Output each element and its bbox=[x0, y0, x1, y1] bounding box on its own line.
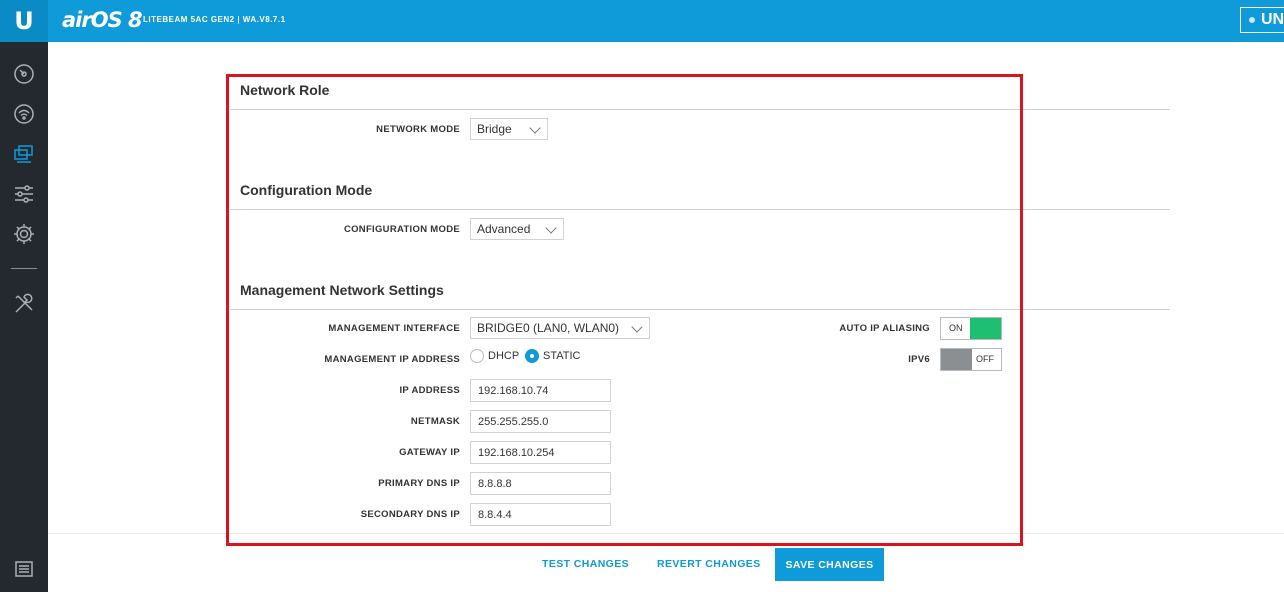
network-mode-value: Bridge bbox=[477, 122, 512, 136]
system-gear-icon[interactable] bbox=[12, 222, 36, 246]
ubiquiti-logo[interactable]: U bbox=[0, 0, 48, 42]
network-role-title: Network Role bbox=[240, 82, 330, 98]
gateway-ip-input[interactable]: 192.168.10.254 bbox=[470, 441, 611, 464]
configuration-mode-select[interactable]: Advanced bbox=[470, 218, 564, 240]
tools-icon[interactable] bbox=[12, 292, 36, 316]
netmask-input[interactable]: 255.255.255.0 bbox=[470, 410, 611, 433]
management-ip-address-label: MANAGEMENT IP ADDRESS bbox=[324, 354, 460, 365]
configuration-mode-value: Advanced bbox=[477, 222, 531, 236]
status-dot-icon bbox=[1249, 17, 1255, 23]
airos-brand: airOS 8 bbox=[62, 8, 143, 32]
highlight-box bbox=[226, 74, 1023, 546]
save-changes-button[interactable]: SAVE CHANGES bbox=[775, 548, 884, 581]
services-icon[interactable] bbox=[12, 182, 36, 206]
chevron-down-icon bbox=[545, 222, 557, 234]
revert-changes-button[interactable]: REVERT CHANGES bbox=[657, 558, 761, 570]
auto-ip-aliasing-toggle[interactable]: ON bbox=[940, 317, 1002, 340]
section-divider bbox=[230, 309, 1170, 310]
gateway-ip-label: GATEWAY IP bbox=[399, 447, 460, 458]
wireless-icon[interactable] bbox=[12, 102, 36, 126]
top-bar: U airOS 8 LITEBEAM 5AC GEN2 | WA.V8.7.1 … bbox=[0, 0, 1284, 42]
dashboard-icon[interactable] bbox=[12, 62, 36, 86]
network-mode-label: NETWORK MODE bbox=[376, 124, 460, 135]
auto-ip-aliasing-label: AUTO IP ALIASING bbox=[839, 323, 930, 334]
primary-dns-label: PRIMARY DNS IP bbox=[378, 478, 460, 489]
toggle-knob bbox=[941, 349, 972, 370]
chevron-down-icon bbox=[631, 321, 643, 333]
management-interface-value: BRIDGE0 (LAN0, WLAN0) bbox=[477, 321, 620, 335]
ip-address-input[interactable]: 192.168.10.74 bbox=[470, 379, 611, 402]
sidebar bbox=[0, 42, 48, 592]
footer-divider bbox=[48, 533, 1284, 534]
static-radio-label: STATIC bbox=[543, 350, 581, 362]
configuration-mode-label: CONFIGURATION MODE bbox=[343, 224, 460, 235]
dhcp-radio[interactable] bbox=[470, 349, 484, 363]
ip-address-label: IP ADDRESS bbox=[399, 385, 460, 396]
ipv6-toggle[interactable]: OFF bbox=[940, 348, 1002, 371]
unms-badge-label: UNI bbox=[1261, 11, 1284, 28]
netmask-label: NETMASK bbox=[410, 416, 460, 427]
dhcp-radio-label: DHCP bbox=[488, 350, 520, 362]
network-mode-select[interactable]: Bridge bbox=[470, 118, 548, 140]
toggle-state-label: OFF bbox=[976, 354, 994, 364]
test-changes-button[interactable]: TEST CHANGES bbox=[542, 558, 629, 570]
section-divider bbox=[230, 109, 1170, 110]
management-settings-title: Management Network Settings bbox=[240, 282, 444, 298]
secondary-dns-input[interactable]: 8.8.4.4 bbox=[470, 503, 611, 526]
log-icon[interactable] bbox=[12, 557, 36, 581]
configuration-mode-title: Configuration Mode bbox=[240, 182, 373, 198]
secondary-dns-label: SECONDARY DNS IP bbox=[360, 509, 460, 520]
static-radio[interactable] bbox=[525, 349, 539, 363]
toggle-state-label: ON bbox=[949, 323, 963, 333]
logo-glyph: U bbox=[14, 7, 34, 35]
chevron-down-icon bbox=[529, 122, 541, 134]
section-divider bbox=[230, 209, 1170, 210]
management-interface-select[interactable]: BRIDGE0 (LAN0, WLAN0) bbox=[470, 317, 650, 339]
sidebar-divider bbox=[11, 268, 37, 269]
ipv6-label: IPV6 bbox=[908, 354, 930, 365]
network-icon[interactable] bbox=[12, 142, 36, 166]
management-interface-label: MANAGEMENT INTERFACE bbox=[328, 323, 460, 334]
device-info: LITEBEAM 5AC GEN2 | WA.V8.7.1 bbox=[143, 15, 286, 24]
primary-dns-input[interactable]: 8.8.8.8 bbox=[470, 472, 611, 495]
toggle-knob bbox=[970, 318, 1001, 339]
unms-badge[interactable]: UNI bbox=[1240, 7, 1284, 33]
